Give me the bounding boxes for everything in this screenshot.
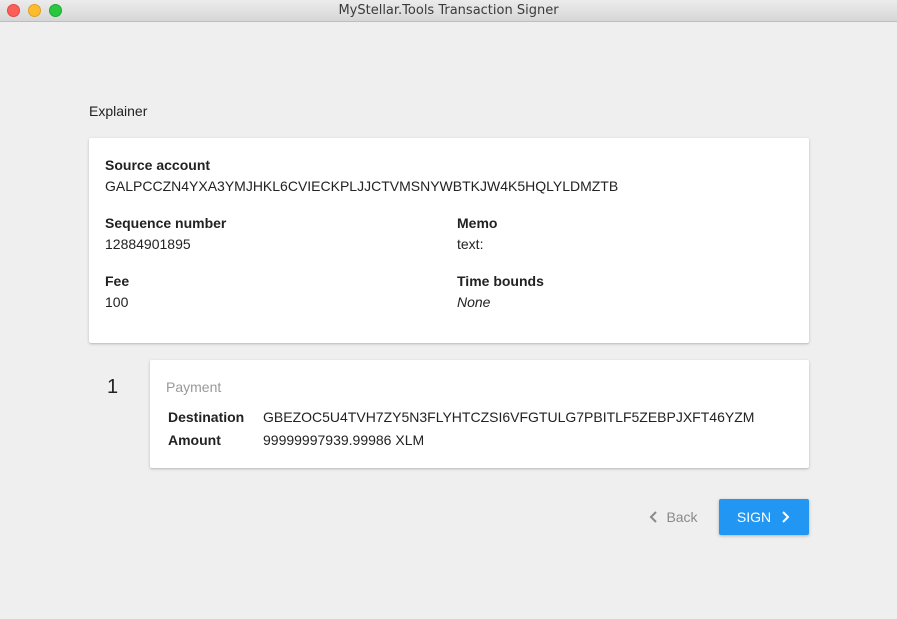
time-bounds-label: Time bounds — [457, 273, 544, 289]
minimize-window-button[interactable] — [28, 4, 41, 17]
memo-field: Memo text: — [457, 215, 497, 252]
operation-card: Payment Destination GBEZOC5U4TVH7ZY5N3FL… — [150, 360, 809, 468]
sequence-number-field: Sequence number 12884901895 — [105, 215, 226, 252]
sequence-number-label: Sequence number — [105, 215, 227, 231]
close-window-button[interactable] — [7, 4, 20, 17]
chevron-left-icon — [650, 511, 658, 523]
fee-field: Fee 100 — [105, 273, 129, 310]
section-title: Explainer — [89, 103, 148, 119]
memo-value: text: — [457, 236, 484, 252]
fee-label: Fee — [105, 273, 130, 289]
operation-index: 1 — [107, 376, 119, 398]
destination-value: GBEZOC5U4TVH7ZY5N3FLYHTCZSI6VFGTULG7PBIT… — [263, 409, 755, 425]
amount-label: Amount — [168, 432, 221, 448]
time-bounds-value: None — [457, 294, 491, 310]
window-titlebar: MyStellar.Tools Transaction Signer — [0, 0, 897, 22]
amount-row: Amount 99999997939.99986 XLM — [168, 432, 424, 448]
source-account-label: Source account — [105, 157, 211, 173]
maximize-window-button[interactable] — [49, 4, 62, 17]
source-account-value: GALPCCZN4YXA3YMJHKL6CVIECKPLJJCTVMSNYWBT… — [105, 178, 619, 194]
chevron-right-icon — [782, 511, 790, 523]
destination-row: Destination GBEZOC5U4TVH7ZY5N3FLYHTCZSI6… — [168, 409, 754, 425]
transaction-summary-card: Source account GALPCCZN4YXA3YMJHKL6CVIEC… — [89, 138, 809, 343]
back-button-label: Back — [666, 509, 698, 525]
window-title: MyStellar.Tools Transaction Signer — [338, 3, 559, 18]
amount-value: 99999997939.99986 XLM — [263, 432, 425, 448]
destination-label: Destination — [168, 409, 245, 425]
sequence-number-value: 12884901895 — [105, 236, 191, 252]
time-bounds-field: Time bounds None — [457, 273, 544, 310]
fee-value: 100 — [105, 294, 129, 310]
sign-button[interactable]: SIGN — [719, 499, 809, 535]
source-account-field: Source account GALPCCZN4YXA3YMJHKL6CVIEC… — [105, 157, 618, 194]
sign-button-label: SIGN — [736, 509, 772, 525]
window-controls — [7, 4, 62, 17]
operation-type: Payment — [166, 379, 222, 395]
memo-label: Memo — [457, 215, 498, 231]
back-button[interactable]: Back — [640, 500, 706, 534]
